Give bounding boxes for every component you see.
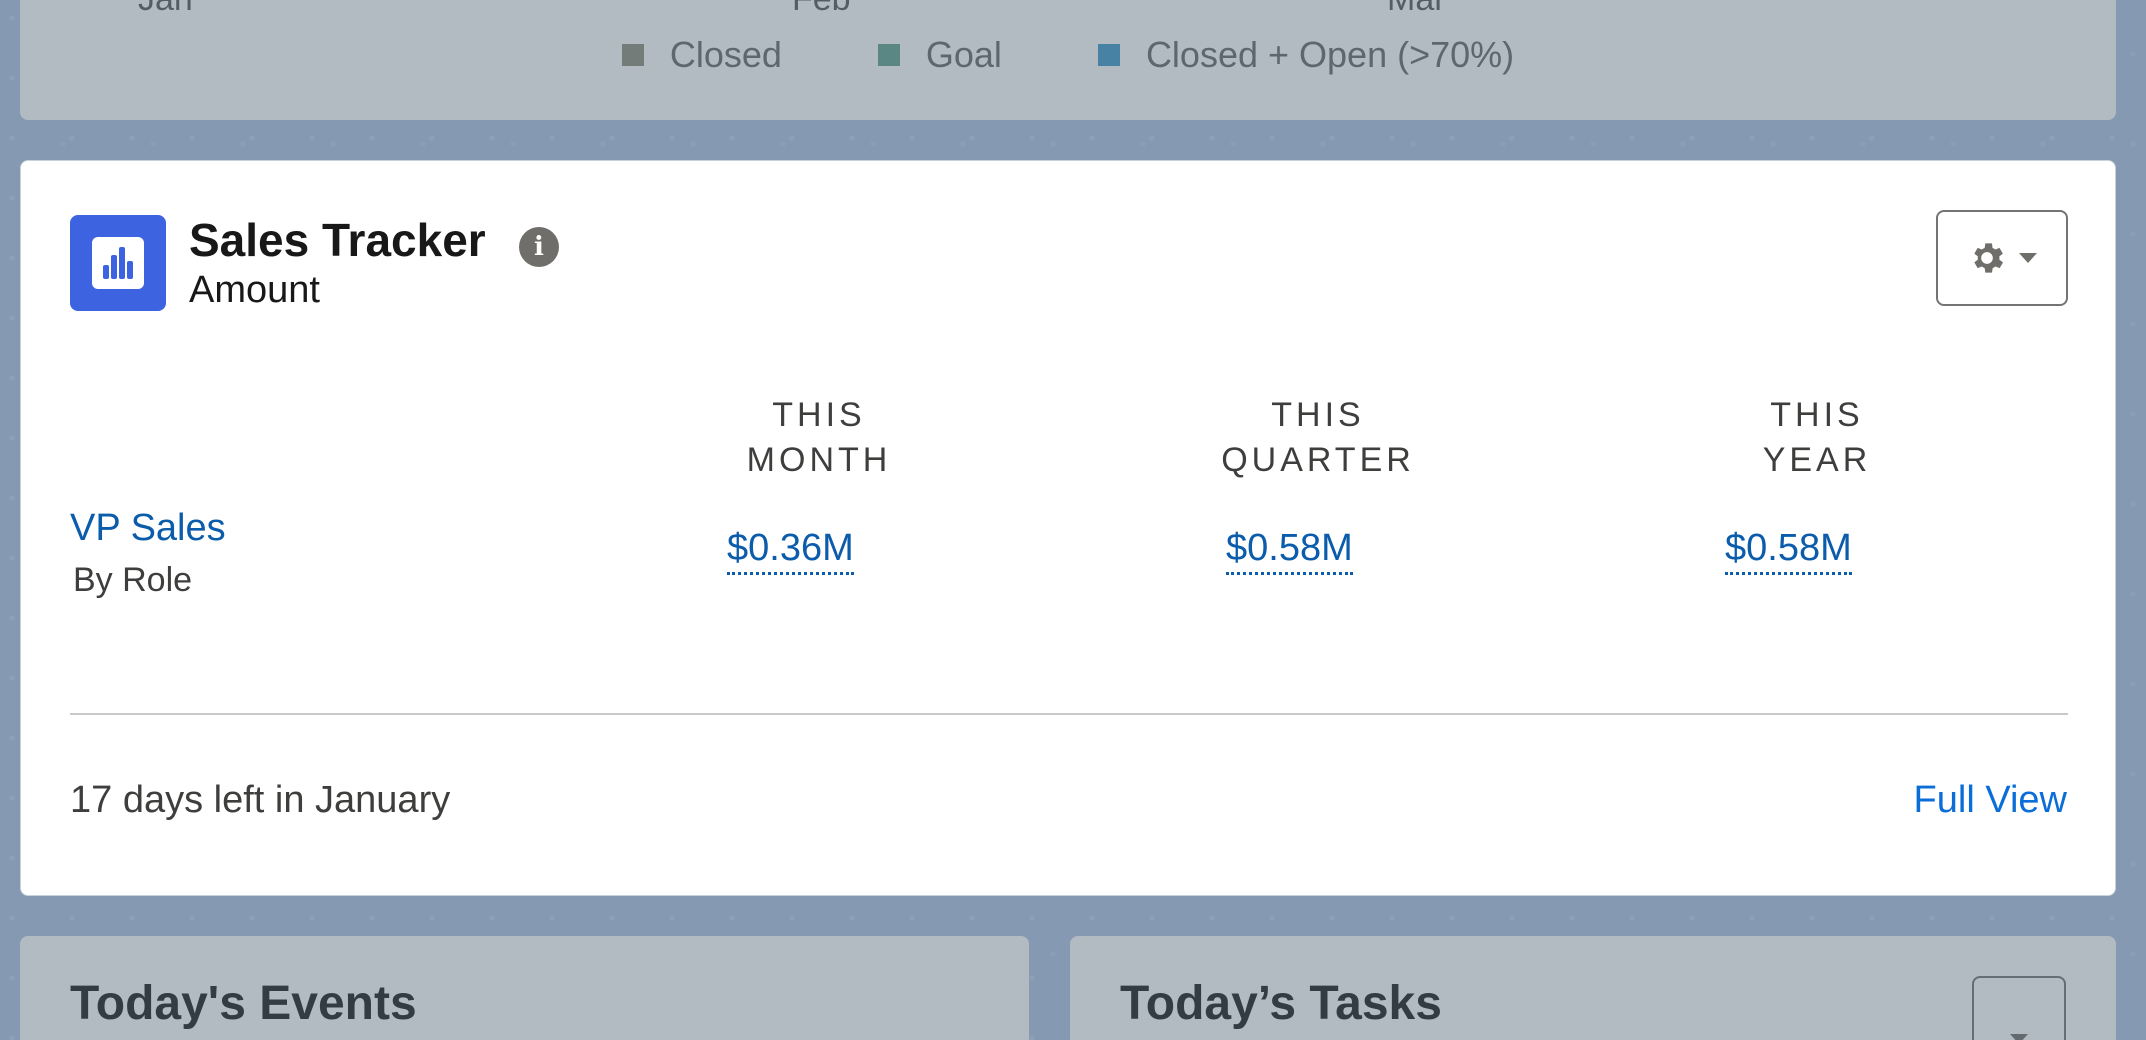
value-this-year[interactable]: $0.58M [1725, 527, 1852, 575]
column-header-line: THIS [1271, 396, 1365, 434]
card-title: Sales Tracker [189, 214, 486, 266]
sales-tracker-card: Sales Tracker i Amount THIS MONTH THIS Q… [20, 160, 2116, 896]
card-subtitle: Amount [189, 269, 320, 311]
value-this-quarter[interactable]: $0.58M [1226, 527, 1353, 575]
column-header-line: QUARTER [1221, 441, 1415, 479]
column-header-this-year: THIS YEAR [1667, 393, 1967, 483]
value-this-month[interactable]: $0.36M [727, 527, 854, 575]
row-title-vp-sales[interactable]: VP Sales [70, 507, 226, 550]
days-left-text: 17 days left in January [70, 779, 451, 821]
column-header-this-quarter: THIS QUARTER [1168, 393, 1468, 483]
chevron-down-icon [2019, 253, 2037, 263]
column-header-this-month: THIS MONTH [669, 393, 969, 483]
column-header-line: MONTH [746, 441, 892, 479]
column-header-line: THIS [1770, 396, 1864, 434]
bar-chart-icon [70, 215, 166, 311]
column-header-line: THIS [772, 396, 866, 434]
info-icon[interactable]: i [519, 227, 559, 267]
column-header-line: YEAR [1762, 441, 1872, 479]
footer-divider [70, 713, 2068, 715]
gear-icon [1974, 243, 2003, 273]
row-subtitle: By Role [73, 561, 193, 599]
full-view-link[interactable]: Full View [1914, 779, 2067, 822]
settings-menu-button[interactable] [1936, 210, 2068, 306]
